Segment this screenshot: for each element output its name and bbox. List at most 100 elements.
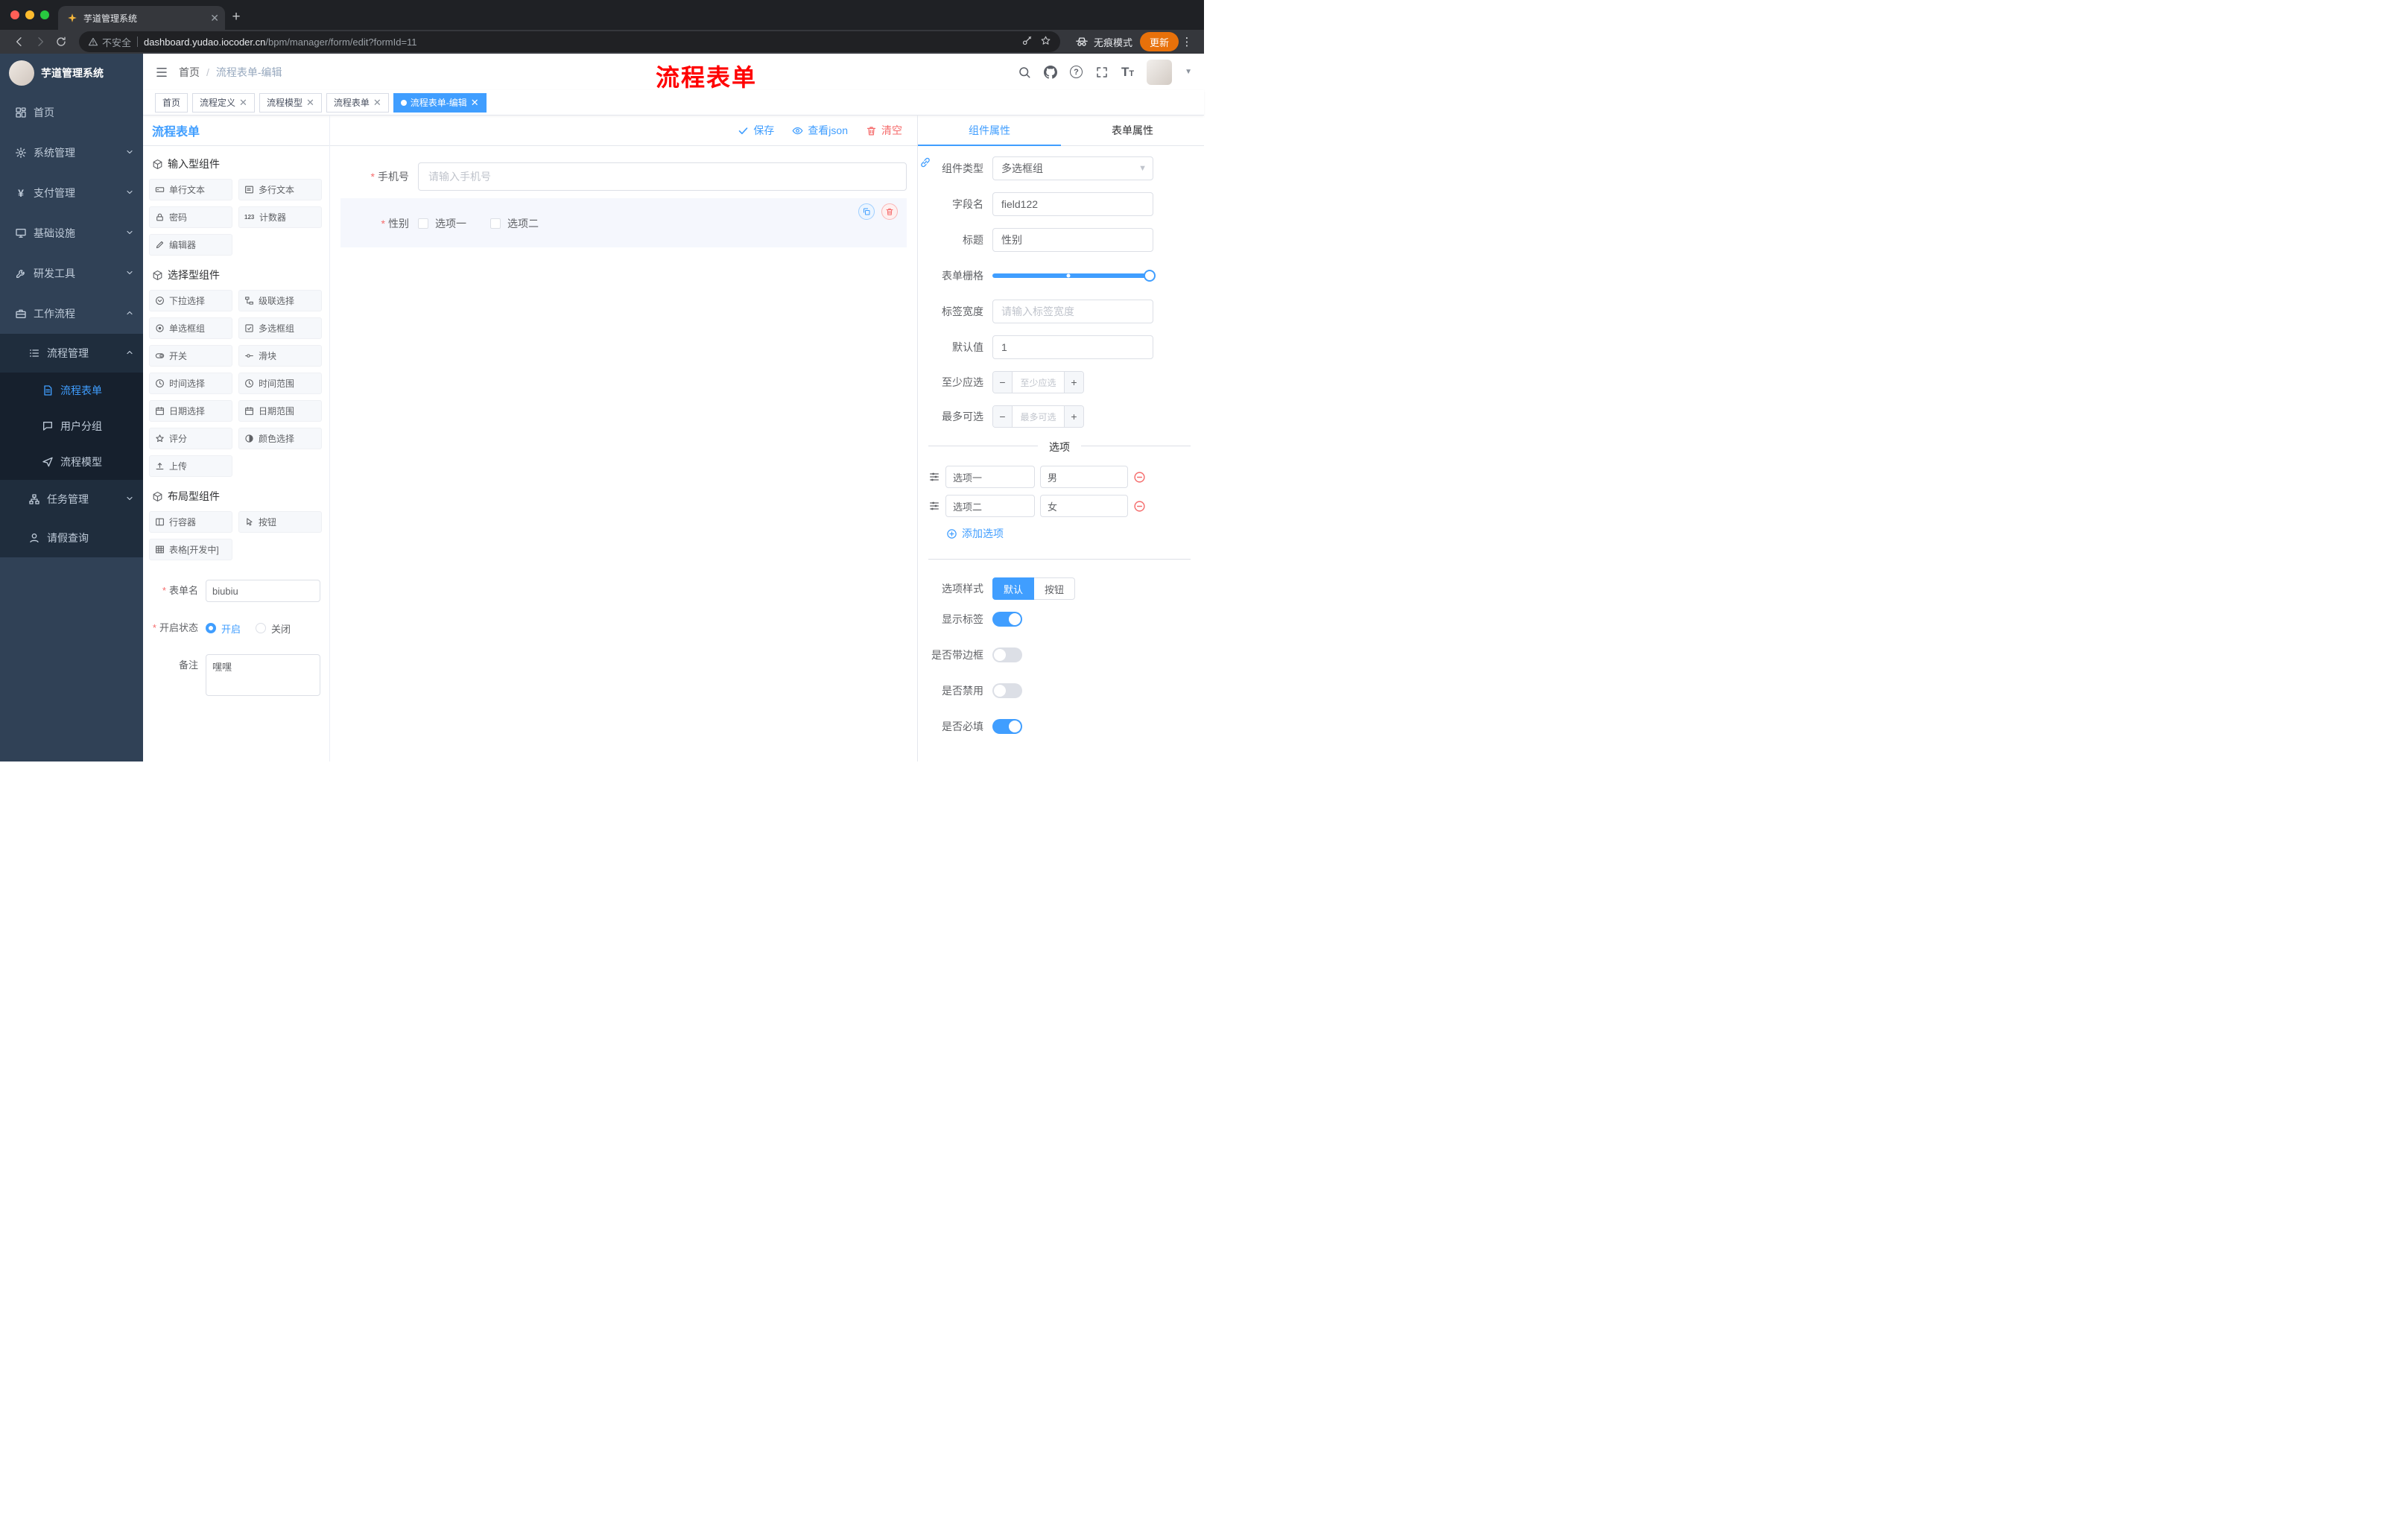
tag-close-icon[interactable]: ✕ bbox=[306, 98, 314, 107]
option-1-label-input[interactable] bbox=[945, 466, 1035, 488]
back-button[interactable] bbox=[9, 32, 30, 51]
palette-item-multi-text[interactable]: 多行文本 bbox=[238, 179, 322, 200]
reload-button[interactable] bbox=[51, 32, 72, 51]
remove-option-icon[interactable] bbox=[1133, 500, 1146, 513]
form-remark-input[interactable]: 嘿嘿 bbox=[206, 654, 320, 696]
github-icon[interactable] bbox=[1044, 66, 1057, 79]
palette-item-row-container[interactable]: 行容器 bbox=[149, 511, 232, 533]
option-2-label-input[interactable] bbox=[945, 495, 1035, 517]
palette-item-color-picker[interactable]: 颜色选择 bbox=[238, 428, 322, 449]
link-icon[interactable] bbox=[919, 156, 931, 171]
address-bar[interactable]: 不安全 dashboard.yudao.iocoder.cn /bpm/mana… bbox=[79, 31, 1060, 52]
sidebar-item-user-group[interactable]: 用户分组 bbox=[0, 408, 143, 444]
duplicate-field-button[interactable] bbox=[858, 203, 875, 220]
gender-option-1-checkbox[interactable]: 选项一 bbox=[418, 216, 466, 231]
palette-item-cascader[interactable]: 级联选择 bbox=[238, 290, 322, 311]
palette-item-select[interactable]: 下拉选择 bbox=[149, 290, 232, 311]
view-json-button[interactable]: 查看json bbox=[792, 123, 848, 138]
sidebar-item-process-model[interactable]: 流程模型 bbox=[0, 444, 143, 480]
disabled-toggle[interactable] bbox=[992, 683, 1022, 698]
sidebar-item-workflow[interactable]: 工作流程 bbox=[0, 294, 143, 334]
breadcrumb-home[interactable]: 首页 bbox=[179, 65, 200, 80]
palette-item-single-text[interactable]: 单行文本 bbox=[149, 179, 232, 200]
remove-option-icon[interactable] bbox=[1133, 471, 1146, 484]
max-select-placeholder[interactable]: 最多可选 bbox=[1013, 406, 1064, 427]
sidebar-item-system[interactable]: 系统管理 bbox=[0, 133, 143, 173]
style-default-button[interactable]: 默认 bbox=[992, 577, 1035, 600]
tag-close-icon[interactable]: ✕ bbox=[471, 98, 479, 107]
min-select-placeholder[interactable]: 至少应选 bbox=[1013, 372, 1064, 393]
sidebar-item-process-management[interactable]: 流程管理 bbox=[0, 334, 143, 373]
field-phone-input[interactable] bbox=[418, 162, 907, 191]
title-input[interactable] bbox=[992, 228, 1153, 252]
decrease-button[interactable]: − bbox=[993, 406, 1013, 427]
new-tab-button[interactable]: + bbox=[225, 6, 247, 28]
tab-component-props[interactable]: 组件属性 bbox=[918, 115, 1061, 146]
gender-option-2-checkbox[interactable]: 选项二 bbox=[490, 216, 539, 231]
sidebar-item-infrastructure[interactable]: 基础设施 bbox=[0, 213, 143, 253]
field-phone[interactable]: 手机号 bbox=[340, 162, 907, 191]
avatar-caret-icon[interactable]: ▼ bbox=[1185, 68, 1192, 76]
user-avatar[interactable] bbox=[1147, 59, 1173, 85]
drag-handle-icon[interactable] bbox=[928, 471, 940, 483]
sidebar-item-home[interactable]: 首页 bbox=[0, 92, 143, 133]
palette-item-switch[interactable]: 开关 bbox=[149, 345, 232, 367]
tag-home[interactable]: 首页 bbox=[155, 92, 188, 113]
help-icon[interactable]: ? bbox=[1069, 66, 1083, 78]
tag-process-definition[interactable]: 流程定义 ✕ bbox=[192, 92, 255, 113]
window-close-button[interactable] bbox=[10, 10, 19, 19]
palette-item-slider[interactable]: 滑块 bbox=[238, 345, 322, 367]
required-toggle[interactable] bbox=[992, 719, 1022, 734]
tab-form-props[interactable]: 表单属性 bbox=[1061, 115, 1204, 145]
sidebar-item-devtools[interactable]: 研发工具 bbox=[0, 253, 143, 294]
palette-item-password[interactable]: 密码 bbox=[149, 206, 232, 228]
drag-handle-icon[interactable] bbox=[928, 500, 940, 512]
decrease-button[interactable]: − bbox=[993, 372, 1013, 393]
browser-menu-icon[interactable]: ⋮ bbox=[1179, 35, 1195, 48]
option-2-value-input[interactable] bbox=[1040, 495, 1128, 517]
show-label-toggle[interactable] bbox=[992, 612, 1022, 627]
sidebar-item-task-management[interactable]: 任务管理 bbox=[0, 480, 143, 519]
delete-field-button[interactable] bbox=[881, 203, 898, 220]
search-icon[interactable] bbox=[1018, 66, 1031, 79]
increase-button[interactable]: + bbox=[1064, 372, 1083, 393]
style-button-button[interactable]: 按钮 bbox=[1034, 577, 1076, 600]
grid-slider[interactable] bbox=[992, 264, 1156, 288]
bookmark-star-icon[interactable] bbox=[1040, 35, 1051, 48]
form-name-input[interactable] bbox=[206, 580, 320, 602]
palette-item-editor[interactable]: 编辑器 bbox=[149, 234, 232, 256]
option-1-value-input[interactable] bbox=[1040, 466, 1128, 488]
security-indicator[interactable]: 不安全 bbox=[88, 35, 131, 49]
palette-item-date-range[interactable]: 日期范围 bbox=[238, 400, 322, 422]
clear-button[interactable]: 清空 bbox=[866, 123, 902, 138]
status-radio-on[interactable]: 开启 bbox=[206, 621, 241, 636]
palette-item-time-range[interactable]: 时间范围 bbox=[238, 373, 322, 394]
palette-item-date-picker[interactable]: 日期选择 bbox=[149, 400, 232, 422]
sidebar-item-process-form[interactable]: 流程表单 bbox=[0, 373, 143, 408]
component-type-select[interactable]: 多选框组 ▼ bbox=[992, 156, 1153, 180]
palette-item-rate[interactable]: 评分 bbox=[149, 428, 232, 449]
tag-close-icon[interactable]: ✕ bbox=[373, 98, 381, 107]
tag-process-form-edit[interactable]: 流程表单-编辑 ✕ bbox=[393, 92, 487, 113]
fullscreen-icon[interactable] bbox=[1095, 66, 1109, 79]
tag-close-icon[interactable]: ✕ bbox=[239, 98, 247, 107]
browser-update-button[interactable]: 更新 bbox=[1139, 32, 1179, 51]
palette-item-table[interactable]: 表格[开发中] bbox=[149, 539, 232, 560]
label-width-input[interactable] bbox=[992, 300, 1153, 323]
browser-tab[interactable]: 芋道管理系统 ✕ bbox=[58, 6, 225, 30]
palette-item-checkbox-group[interactable]: 多选框组 bbox=[238, 317, 322, 339]
default-value-input[interactable] bbox=[992, 335, 1153, 359]
menu-fold-icon[interactable] bbox=[155, 66, 168, 79]
forward-button[interactable] bbox=[30, 32, 51, 51]
status-radio-off[interactable]: 关闭 bbox=[256, 621, 291, 636]
add-option-button[interactable]: 添加选项 bbox=[946, 526, 1191, 541]
palette-item-counter[interactable]: 123 计数器 bbox=[238, 206, 322, 228]
increase-button[interactable]: + bbox=[1064, 406, 1083, 427]
tag-process-form[interactable]: 流程表单 ✕ bbox=[326, 92, 389, 113]
border-toggle[interactable] bbox=[992, 647, 1022, 662]
palette-item-radio-group[interactable]: 单选框组 bbox=[149, 317, 232, 339]
window-minimize-button[interactable] bbox=[25, 10, 34, 19]
palette-item-upload[interactable]: 上传 bbox=[149, 455, 232, 477]
sidebar-item-leave-query[interactable]: 请假查询 bbox=[0, 519, 143, 557]
password-key-icon[interactable] bbox=[1021, 35, 1033, 48]
